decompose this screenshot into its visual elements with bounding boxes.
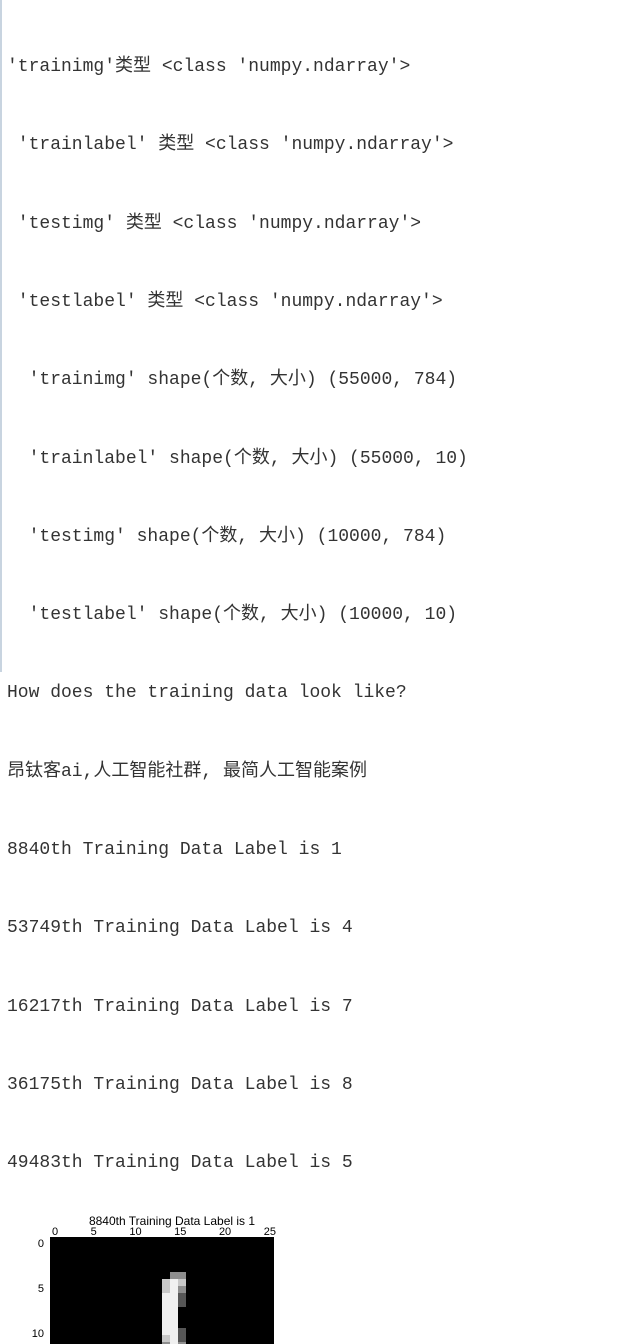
output-line: 'trainimg' shape(个数, 大小) (55000, 784) bbox=[7, 367, 635, 393]
output-line: 49483th Training Data Label is 5 bbox=[7, 1150, 635, 1176]
pixel bbox=[162, 1300, 170, 1307]
pixel bbox=[162, 1321, 170, 1328]
pixel bbox=[170, 1279, 178, 1286]
pixel bbox=[162, 1286, 170, 1293]
pixel bbox=[170, 1328, 178, 1335]
pixel bbox=[170, 1321, 178, 1328]
tick-label: 0 bbox=[26, 1237, 44, 1253]
pixel bbox=[170, 1300, 178, 1307]
pixel bbox=[178, 1286, 186, 1293]
output-line: 36175th Training Data Label is 8 bbox=[7, 1072, 635, 1098]
pixel bbox=[170, 1286, 178, 1293]
tick-label: 5 bbox=[26, 1282, 44, 1298]
pixel bbox=[178, 1300, 186, 1307]
tick-label: 10 bbox=[26, 1327, 44, 1343]
output-line: 53749th Training Data Label is 4 bbox=[7, 915, 635, 941]
output-line: 16217th Training Data Label is 7 bbox=[7, 994, 635, 1020]
pixel bbox=[162, 1328, 170, 1335]
pixel bbox=[178, 1279, 186, 1286]
pixel bbox=[170, 1335, 178, 1342]
output-line: 'testimg' shape(个数, 大小) (10000, 784) bbox=[7, 524, 635, 550]
pixel bbox=[178, 1272, 186, 1279]
pixel bbox=[178, 1328, 186, 1335]
pixel bbox=[162, 1279, 170, 1286]
pixel bbox=[170, 1307, 178, 1314]
output-line: 'testimg' 类型 <class 'numpy.ndarray'> bbox=[7, 211, 635, 237]
pixel bbox=[162, 1342, 170, 1344]
pixel bbox=[178, 1342, 186, 1344]
pixel bbox=[162, 1335, 170, 1342]
pixel bbox=[178, 1335, 186, 1342]
pixel bbox=[162, 1293, 170, 1300]
output-line: How does the training data look like? bbox=[7, 680, 635, 706]
pixel bbox=[170, 1293, 178, 1300]
output-line: 8840th Training Data Label is 1 bbox=[7, 837, 635, 863]
output-line: 昂钛客ai,人工智能社群, 最简人工智能案例 bbox=[7, 759, 635, 785]
pixel bbox=[170, 1314, 178, 1321]
heatmap-canvas bbox=[50, 1237, 274, 1344]
pixel bbox=[170, 1272, 178, 1279]
output-line: 'testlabel' 类型 <class 'numpy.ndarray'> bbox=[7, 289, 635, 315]
pixel bbox=[170, 1342, 178, 1344]
y-axis-ticks: 0 5 10 15 20 bbox=[26, 1237, 44, 1344]
pixel bbox=[162, 1314, 170, 1321]
output-line: 'testlabel' shape(个数, 大小) (10000, 10) bbox=[7, 602, 635, 628]
pixel bbox=[162, 1307, 170, 1314]
output-line: 'trainlabel' 类型 <class 'numpy.ndarray'> bbox=[7, 132, 635, 158]
output-line: 'trainlabel' shape(个数, 大小) (55000, 10) bbox=[7, 446, 635, 472]
console-output: 'trainimg'类型 <class 'numpy.ndarray'> 'tr… bbox=[2, 0, 640, 1207]
pixel bbox=[178, 1293, 186, 1300]
output-line: 'trainimg'类型 <class 'numpy.ndarray'> bbox=[7, 54, 635, 80]
